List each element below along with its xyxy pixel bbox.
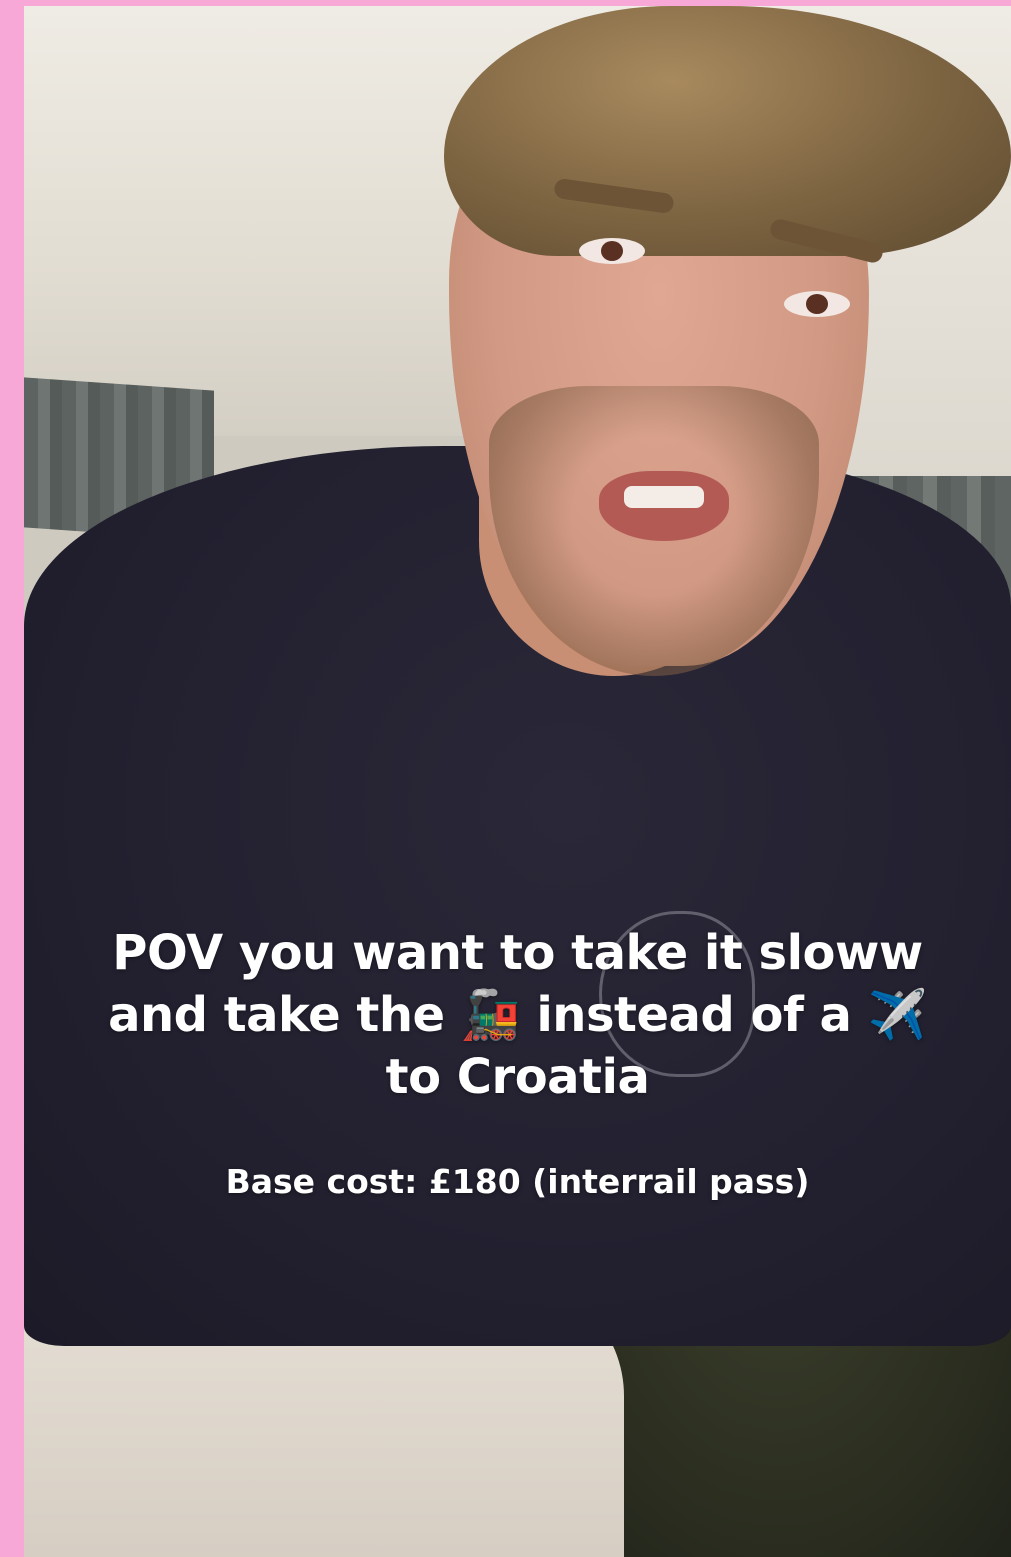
caption-line-2: and take the 🚂 instead of a ✈️ — [24, 984, 1011, 1046]
caption-line-3: to Croatia — [385, 1049, 650, 1105]
pink-border-frame: POV you want to take it sloww and take t… — [0, 0, 1011, 1557]
left-eye — [579, 238, 645, 264]
train-emoji-icon: 🚂 — [460, 987, 521, 1043]
caption-line-1: POV you want to take it sloww — [112, 925, 923, 981]
base-cost-caption: Base cost: £180 (interrail pass) — [225, 1162, 810, 1201]
right-eye — [784, 291, 850, 317]
airplane-emoji-icon: ✈️ — [867, 987, 928, 1043]
video-caption: POV you want to take it sloww and take t… — [24, 922, 1011, 1108]
caption-line-2-mid: instead of a — [536, 987, 852, 1043]
person-teeth — [624, 486, 704, 508]
caption-line-2-start: and take the — [108, 987, 445, 1043]
video-frame — [24, 6, 1011, 1557]
